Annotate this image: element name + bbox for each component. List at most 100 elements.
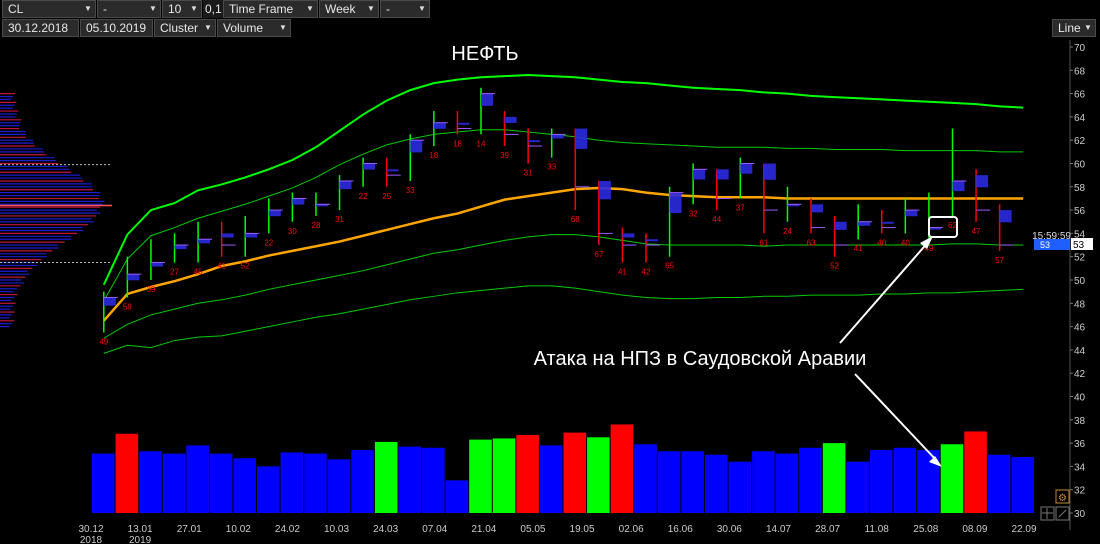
price-tick-label: 34 xyxy=(1074,462,1086,473)
price-tick-label: 70 xyxy=(1074,43,1086,54)
price-bar-cluster xyxy=(716,169,729,180)
price-bar-cluster xyxy=(480,93,493,106)
price-bar-label: 47 xyxy=(972,227,981,236)
price-bar-label: 30 xyxy=(288,227,297,236)
price-tick-label: 48 xyxy=(1074,299,1086,310)
price-tick-label: 30 xyxy=(1074,509,1086,520)
date-tick-label: 30.12 xyxy=(78,524,103,535)
price-bar-label: 18 xyxy=(429,151,438,160)
volume-bar xyxy=(304,453,327,513)
volume-bar xyxy=(799,447,822,513)
price-tick-label: 56 xyxy=(1074,206,1086,217)
price-bar-cluster xyxy=(952,180,965,192)
price-bar-label: 44 xyxy=(712,215,721,224)
volume-bar xyxy=(704,454,728,513)
volume-bar xyxy=(634,444,657,513)
price-bar-cluster xyxy=(221,233,234,238)
price-bar-cluster xyxy=(858,221,871,226)
volume-bar xyxy=(445,480,469,513)
volume-bar xyxy=(940,444,964,513)
date-tick-label: 13.01 xyxy=(128,524,153,535)
price-bar-cluster xyxy=(433,122,446,129)
price-bar-label: 40 xyxy=(901,238,910,247)
price-bar-cluster xyxy=(976,175,989,188)
date-tick-label: 24.02 xyxy=(275,524,300,535)
volume-bar xyxy=(398,446,422,513)
price-bar-label: 52 xyxy=(241,262,250,271)
date-year-label: 2019 xyxy=(129,535,152,544)
volume-bar xyxy=(1011,457,1034,513)
price-chart[interactable]: 49 59 39 27 45 41 52 22 30 28 31 22 25 33 18 18 14 39 31 33… xyxy=(0,0,1100,544)
price-bar-label: 37 xyxy=(736,203,745,212)
price-bar-label: 68 xyxy=(571,215,580,224)
price-bar-label: 31 xyxy=(335,215,344,224)
volume-bar xyxy=(280,452,304,513)
price-bar-label: 41 xyxy=(854,244,863,253)
price-bar-label: 39 xyxy=(500,151,509,160)
date-year-label: 2018 xyxy=(80,535,103,544)
price-bar-cluster xyxy=(198,239,211,244)
price-bar-label: 33 xyxy=(406,186,415,195)
date-tick-label: 24.03 xyxy=(373,524,398,535)
volume-bar xyxy=(162,453,186,513)
price-bar-cluster xyxy=(292,198,305,205)
price-bar-label: 22 xyxy=(359,192,368,201)
date-tick-label: 16.06 xyxy=(668,524,693,535)
volume-bar xyxy=(775,453,799,513)
price-tick-label: 66 xyxy=(1074,90,1086,101)
price-bar-cluster xyxy=(811,204,824,213)
volume-bar xyxy=(92,453,115,513)
price-bar-label: 32 xyxy=(689,209,698,218)
price-tick-label: 52 xyxy=(1074,253,1086,264)
price-tick-label: 60 xyxy=(1074,160,1086,171)
annotation-text: Атака на НПЗ в Саудовской Аравии xyxy=(534,348,867,370)
price-marker-right-text: 53 xyxy=(1073,240,1085,251)
date-tick-label: 11.08 xyxy=(865,524,890,535)
volume-bar xyxy=(846,461,869,513)
price-bar-label: 45 xyxy=(194,268,203,277)
volume-bar xyxy=(610,424,634,513)
price-bar-label: 41 xyxy=(618,268,627,277)
volume-bar xyxy=(186,445,209,513)
volume-bar xyxy=(115,433,139,513)
price-bar-label: 25 xyxy=(382,192,391,201)
price-tick-label: 44 xyxy=(1074,346,1086,357)
price-bar-cluster xyxy=(693,169,706,180)
price-bar-cluster xyxy=(150,262,163,267)
price-tick-label: 62 xyxy=(1074,136,1086,147)
price-bar-cluster xyxy=(551,134,564,139)
price-bar-cluster xyxy=(363,163,376,170)
price-bar-label: 28 xyxy=(312,221,321,230)
date-tick-label: 27.01 xyxy=(177,524,202,535)
price-marker-text: 53 xyxy=(1040,240,1050,250)
price-bar-cluster xyxy=(245,233,258,238)
price-bar-label: 61 xyxy=(759,238,768,247)
date-tick-label: 30.06 xyxy=(717,524,742,535)
volume-bar xyxy=(327,459,351,513)
price-bar-cluster xyxy=(881,221,894,224)
price-bar-label: 24 xyxy=(783,227,792,236)
price-bar-cluster xyxy=(386,169,399,172)
price-bar-cluster xyxy=(834,221,847,230)
price-tick-label: 58 xyxy=(1074,183,1086,194)
date-tick-label: 25.08 xyxy=(913,524,938,535)
price-bar-label: 40 xyxy=(877,238,886,247)
price-tick-label: 36 xyxy=(1074,439,1086,450)
volume-bar xyxy=(752,451,775,513)
price-bar-label: 18 xyxy=(453,139,462,148)
price-bar-cluster xyxy=(410,140,423,153)
date-tick-label: 14.07 xyxy=(766,524,791,535)
price-bar-cluster xyxy=(740,163,753,174)
volume-bar xyxy=(351,450,374,513)
price-bar-cluster xyxy=(127,274,140,281)
price-bar-label: 59 xyxy=(123,302,132,311)
price-bar-label: 27 xyxy=(170,268,179,277)
price-bar-label: 63 xyxy=(807,238,816,247)
price-bar-label: 65 xyxy=(665,262,674,271)
volume-bar xyxy=(139,451,162,513)
volume-bar xyxy=(492,438,516,513)
volume-bar xyxy=(657,451,681,513)
volume-bar xyxy=(516,434,539,513)
price-tick-label: 32 xyxy=(1074,486,1086,497)
price-bar-cluster xyxy=(763,163,776,180)
